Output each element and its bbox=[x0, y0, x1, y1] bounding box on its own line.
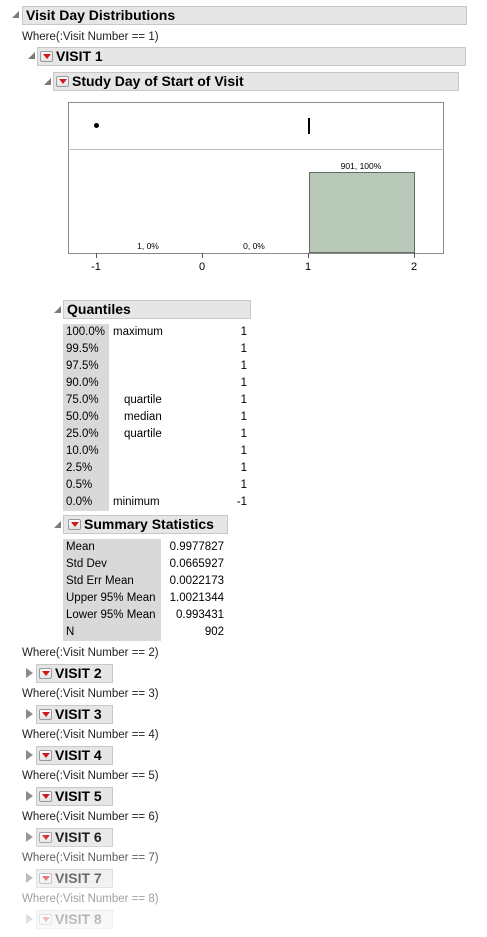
red-triangle-menu-icon[interactable] bbox=[40, 51, 53, 62]
expand-triangle-icon[interactable] bbox=[26, 668, 33, 678]
where-clause: Where(:Visit Number == 2) bbox=[22, 647, 159, 659]
red-triangle-menu-icon[interactable] bbox=[39, 668, 52, 679]
expand-triangle-icon[interactable] bbox=[26, 709, 33, 719]
quantile-value: 1 bbox=[240, 445, 247, 457]
report-title[interactable]: Visit Day Distributions bbox=[22, 6, 467, 25]
quantile-value: -1 bbox=[236, 496, 247, 508]
statistic-value: 1.0021344 bbox=[169, 592, 224, 604]
statistic-label: N bbox=[63, 624, 161, 641]
statistic-label: Lower 95% Mean bbox=[63, 607, 161, 624]
quantile-value: 1 bbox=[240, 343, 247, 355]
histogram-bar[interactable] bbox=[309, 172, 415, 253]
statistic-value: 0.0665927 bbox=[169, 558, 224, 570]
quantile-label: quartile bbox=[124, 394, 162, 406]
axis-tick bbox=[202, 253, 203, 258]
axis-tick-label: -1 bbox=[91, 261, 101, 273]
red-triangle-menu-icon[interactable] bbox=[39, 832, 52, 843]
expand-triangle-icon[interactable] bbox=[26, 832, 33, 842]
red-triangle-menu-icon[interactable] bbox=[39, 750, 52, 761]
study-day-header[interactable]: Study Day of Start of Visit bbox=[53, 72, 459, 91]
quantile-percent: 0.5% bbox=[63, 477, 109, 494]
axis-tick bbox=[308, 253, 309, 258]
axis-tick bbox=[414, 253, 415, 258]
quantile-percent: 2.5% bbox=[63, 460, 109, 477]
red-triangle-menu-icon[interactable] bbox=[39, 709, 52, 720]
quantile-value: 1 bbox=[240, 326, 247, 338]
where-clause: Where(:Visit Number == 8) bbox=[22, 893, 159, 905]
quantile-percent: 100.0% bbox=[63, 324, 109, 341]
red-triangle-menu-icon[interactable] bbox=[39, 914, 52, 925]
expand-triangle-icon[interactable] bbox=[26, 791, 33, 801]
quantile-percent: 97.5% bbox=[63, 358, 109, 375]
quantile-percent: 0.0% bbox=[63, 494, 109, 511]
expand-triangle-icon[interactable] bbox=[26, 750, 33, 760]
quantiles-header[interactable]: Quantiles bbox=[63, 300, 251, 319]
box-plot-line[interactable] bbox=[308, 118, 310, 134]
quantile-percent: 90.0% bbox=[63, 375, 109, 392]
quantile-label: maximum bbox=[113, 326, 163, 338]
quantile-value: 1 bbox=[240, 394, 247, 406]
histogram-plot[interactable] bbox=[68, 149, 444, 254]
bar-data-label: 901, 100% bbox=[340, 161, 382, 171]
statistic-label: Std Dev bbox=[63, 556, 161, 573]
expand-triangle-icon[interactable] bbox=[26, 873, 33, 883]
statistic-label: Mean bbox=[63, 539, 161, 556]
red-triangle-menu-icon[interactable] bbox=[56, 76, 69, 87]
quantile-value: 1 bbox=[240, 360, 247, 372]
quantile-label: median bbox=[124, 411, 162, 423]
collapse-triangle-icon[interactable] bbox=[54, 306, 61, 313]
red-triangle-menu-icon[interactable] bbox=[39, 873, 52, 884]
quantile-percent: 10.0% bbox=[63, 443, 109, 460]
red-triangle-menu-icon[interactable] bbox=[68, 519, 81, 530]
quantile-percent: 25.0% bbox=[63, 426, 109, 443]
quantile-value: 1 bbox=[240, 479, 247, 491]
quantile-label: minimum bbox=[113, 496, 160, 508]
axis-tick-label: 1 bbox=[304, 261, 312, 273]
quantile-value: 1 bbox=[240, 411, 247, 423]
axis-tick-label: 2 bbox=[410, 261, 418, 273]
collapse-triangle-icon[interactable] bbox=[28, 52, 35, 59]
quantile-percent: 75.0% bbox=[63, 392, 109, 409]
collapse-triangle-icon[interactable] bbox=[44, 78, 51, 85]
axis-tick bbox=[96, 253, 97, 258]
statistic-label: Upper 95% Mean bbox=[63, 590, 161, 607]
outlier-box-plot[interactable] bbox=[68, 102, 444, 150]
where-clause-visit-1: Where(:Visit Number == 1) bbox=[22, 31, 159, 43]
outlier-point[interactable] bbox=[94, 123, 99, 128]
quantile-value: 1 bbox=[240, 428, 247, 440]
bar-data-label: 0, 0% bbox=[243, 241, 265, 251]
where-clause: Where(:Visit Number == 3) bbox=[22, 688, 159, 700]
histogram-bar[interactable] bbox=[96, 253, 203, 254]
statistic-value: 902 bbox=[204, 626, 224, 638]
statistic-value: 0.0022173 bbox=[169, 575, 224, 587]
summary-statistics-header[interactable]: Summary Statistics bbox=[63, 515, 228, 534]
statistic-value: 0.993431 bbox=[176, 609, 224, 621]
expand-triangle-icon[interactable] bbox=[26, 914, 33, 924]
where-clause: Where(:Visit Number == 5) bbox=[22, 770, 159, 782]
quantile-label: quartile bbox=[124, 428, 162, 440]
quantile-value: 1 bbox=[240, 462, 247, 474]
statistic-label: Std Err Mean bbox=[63, 573, 161, 590]
bar-data-label: 1, 0% bbox=[137, 241, 159, 251]
red-triangle-menu-icon[interactable] bbox=[39, 791, 52, 802]
quantile-percent: 99.5% bbox=[63, 341, 109, 358]
collapse-triangle-icon[interactable] bbox=[12, 11, 19, 18]
where-clause: Where(:Visit Number == 6) bbox=[22, 811, 159, 823]
where-clause: Where(:Visit Number == 4) bbox=[22, 729, 159, 741]
where-clause: Where(:Visit Number == 7) bbox=[22, 852, 159, 864]
visit-1-header[interactable]: VISIT 1 bbox=[37, 47, 466, 66]
axis-tick-label: 0 bbox=[198, 261, 206, 273]
quantile-percent: 50.0% bbox=[63, 409, 109, 426]
quantile-value: 1 bbox=[240, 377, 247, 389]
statistic-value: 0.9977827 bbox=[169, 541, 224, 553]
collapse-triangle-icon[interactable] bbox=[54, 521, 61, 528]
